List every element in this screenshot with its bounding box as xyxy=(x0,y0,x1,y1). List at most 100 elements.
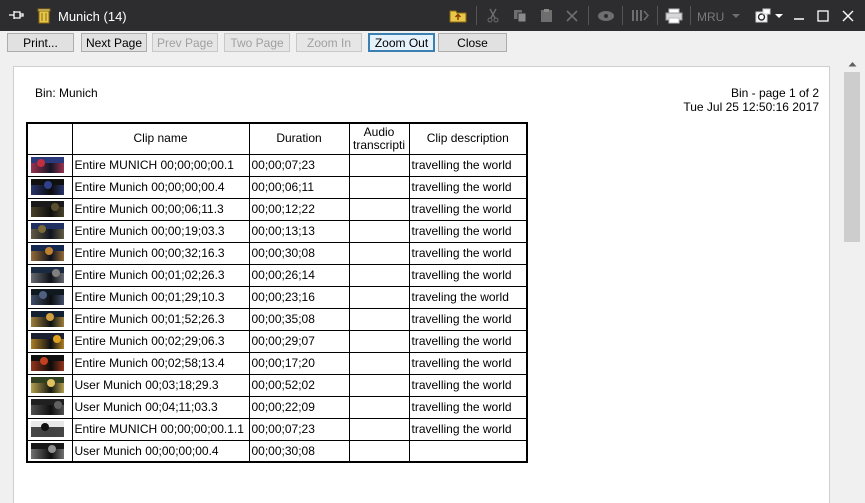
cell-clip-description: traveling the world xyxy=(408,285,528,309)
cell-clip-description: travelling the world xyxy=(408,351,528,375)
cell-clip-name: Entire Munich 00;00;32;16.3 xyxy=(71,241,250,265)
clip-thumbnail-image xyxy=(31,289,64,305)
cell-audio-transcription xyxy=(348,395,410,419)
clip-thumbnail xyxy=(26,263,73,287)
table-row: Entire Munich 00;00;06;11.3 00;00;12;22 tr… xyxy=(26,197,528,221)
toolbar-separator xyxy=(690,6,691,25)
clip-thumbnail xyxy=(26,417,73,441)
table-row: Entire MUNICH 00;00;00;00.1 00;00;07;23 tr… xyxy=(26,153,528,177)
column-header-thumbnail xyxy=(26,122,73,155)
clip-thumbnail-image xyxy=(31,442,64,459)
zoom-out-button[interactable]: Zoom Out xyxy=(368,33,435,52)
cell-clip-description: travelling the world xyxy=(408,263,528,287)
column-header-audio-transcription: Audio transcripti xyxy=(348,122,410,155)
cell-clip-description: travelling the world xyxy=(408,329,528,353)
print-icon[interactable] xyxy=(664,6,684,25)
cell-clip-description: travelling the world xyxy=(408,395,528,419)
table-row: Entire Munich 00;01;02;26.3 00;00;26;14 tr… xyxy=(26,263,528,287)
cut-icon[interactable] xyxy=(483,6,503,25)
table-row: Entire Munich 00;00;19;03.3 00;00;13;13 tr… xyxy=(26,219,528,243)
mru-label: MRU xyxy=(697,10,725,24)
cell-duration: 00;00;07;23 xyxy=(248,153,350,177)
table-row: Entire Munich 00;02;58;13.4 00;00;17;20 tr… xyxy=(26,351,528,375)
table-row: Entire MUNICH 00;00;00;00.1.1 00;00;07;23… xyxy=(26,417,528,441)
close-button[interactable]: Close xyxy=(438,33,507,52)
table-row: Entire Munich 00;02;29;06.3 00;00;29;07 tr… xyxy=(26,329,528,353)
scroll-up-icon[interactable] xyxy=(842,55,862,72)
columns-icon[interactable] xyxy=(630,6,650,25)
clip-thumbnail xyxy=(26,219,73,243)
maximize-icon[interactable] xyxy=(813,6,833,25)
toolbar-separator xyxy=(622,6,623,25)
cell-audio-transcription xyxy=(348,219,410,243)
next-page-button[interactable]: Next Page xyxy=(81,33,147,52)
cell-clip-name: Entire Munich 00;01;29;10.3 xyxy=(71,285,250,309)
two-page-button[interactable]: Two Page xyxy=(224,33,290,52)
cell-clip-name: Entire Munich 00;00;19;03.3 xyxy=(71,219,250,243)
table-row: User Munich 00;04;11;03.3 00;00;22;09 trav… xyxy=(26,395,528,419)
delete-icon[interactable] xyxy=(562,6,582,25)
table-row: Entire Munich 00;00;00;00.4 00;00;06;11 tr… xyxy=(26,175,528,199)
cell-clip-description: travelling the world xyxy=(408,219,528,243)
clip-thumbnail-image xyxy=(31,267,64,283)
paste-icon[interactable] xyxy=(536,6,556,25)
clip-thumbnail-image xyxy=(31,201,64,217)
cell-clip-name: Entire Munich 00;00;06;11.3 xyxy=(71,197,250,221)
cell-clip-description: travelling the world xyxy=(408,197,528,221)
vertical-scrollbar[interactable] xyxy=(842,55,862,503)
cell-clip-name: Entire Munich 00;01;02;26.3 xyxy=(71,263,250,287)
cell-duration: 00;00;52;02 xyxy=(248,373,350,397)
preview-icon[interactable] xyxy=(596,6,616,25)
cell-clip-description: travelling the world xyxy=(408,417,528,441)
clip-thumbnail xyxy=(26,197,73,221)
clip-thumbnail xyxy=(26,373,73,397)
scrollbar-thumb[interactable] xyxy=(844,72,860,242)
bin-label: Bin: Munich xyxy=(35,86,98,100)
cell-audio-transcription xyxy=(348,263,410,287)
folder-up-icon[interactable] xyxy=(448,6,468,25)
cell-audio-transcription xyxy=(348,153,410,177)
copy-icon[interactable] xyxy=(510,6,530,25)
cell-audio-transcription xyxy=(348,197,410,221)
cell-duration: 00;00;13;13 xyxy=(248,219,350,243)
clip-thumbnail-image xyxy=(31,399,64,415)
clip-thumbnail xyxy=(26,285,73,309)
cell-clip-name: User Munich 00;04;11;03.3 xyxy=(71,395,250,419)
cell-duration: 00;00;26;14 xyxy=(248,263,350,287)
zoom-in-button[interactable]: Zoom In xyxy=(296,33,362,52)
clip-thumbnail xyxy=(26,307,73,331)
close-icon[interactable] xyxy=(838,6,858,25)
cell-audio-transcription xyxy=(348,439,410,463)
column-header-clip-name: Clip name xyxy=(71,122,250,155)
cell-clip-name: Entire MUNICH 00;00;00;00.1.1 xyxy=(71,417,250,441)
cell-audio-transcription xyxy=(348,285,410,309)
toolbar-separator xyxy=(476,6,477,25)
cell-clip-name: Entire Munich 00;02;29;06.3 xyxy=(71,329,250,353)
cell-clip-name: Entire Munich 00;02;58;13.4 xyxy=(71,351,250,375)
pin-icon[interactable] xyxy=(8,8,24,22)
cell-clip-description: travelling the world xyxy=(408,241,528,265)
table-row: User Munich 00;03;18;29.3 00;00;52;02 trav… xyxy=(26,373,528,397)
clip-table: Clip name Duration Audio transcripti Cli… xyxy=(26,122,528,463)
toolbar-separator xyxy=(657,6,658,25)
print-button[interactable]: Print... xyxy=(7,33,74,52)
cell-duration: 00;00;12;22 xyxy=(248,197,350,221)
minimize-icon[interactable] xyxy=(789,6,809,25)
table-row: Entire Munich 00;01;52;26.3 00;00;35;08 tr… xyxy=(26,307,528,331)
trash-icon xyxy=(37,7,51,24)
report-date: Tue Jul 25 12:50:16 2017 xyxy=(683,100,819,114)
cell-audio-transcription xyxy=(348,373,410,397)
cell-audio-transcription xyxy=(348,351,410,375)
settings-dropdown-icon[interactable] xyxy=(769,6,789,25)
cell-clip-name: Entire Munich 00;00;00;00.4 xyxy=(71,175,250,199)
clip-thumbnail-image xyxy=(31,157,64,173)
chevron-down-icon[interactable] xyxy=(726,6,746,25)
cell-audio-transcription xyxy=(348,175,410,199)
clip-thumbnail-image xyxy=(31,223,64,239)
report-page: Bin: Munich Bin - page 1 of 2 Tue Jul 25… xyxy=(13,66,830,503)
cell-audio-transcription xyxy=(348,241,410,265)
title-bar: Munich (14) MRU xyxy=(0,0,865,31)
prev-page-button[interactable]: Prev Page xyxy=(152,33,218,52)
clip-thumbnail xyxy=(26,329,73,353)
table-row: Entire Munich 00;00;32;16.3 00;00;30;08 tr… xyxy=(26,241,528,265)
